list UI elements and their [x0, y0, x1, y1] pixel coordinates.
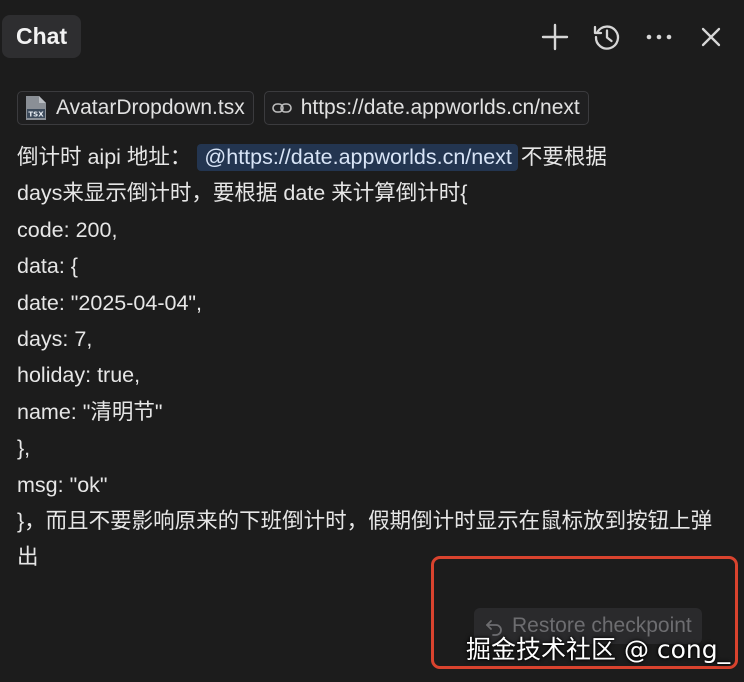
message-line: },: [17, 436, 31, 461]
context-chip-file[interactable]: TSX AvatarDropdown.tsx: [17, 91, 254, 125]
message-line: days: 7,: [17, 327, 93, 352]
message-text: 倒计时 aipi 地址：: [17, 145, 192, 169]
user-message: 倒计时 aipi 地址： @https://date.appworlds.cn/n…: [17, 139, 729, 576]
history-button[interactable]: [588, 18, 626, 56]
context-chip-file-label: AvatarDropdown.tsx: [56, 96, 245, 119]
tsx-file-icon: TSX: [24, 95, 48, 121]
ellipsis-icon: [646, 34, 672, 40]
svg-text:TSX: TSX: [28, 111, 44, 119]
message-line: 倒计时 aipi 地址： @https://date.appworlds.cn/n…: [17, 139, 729, 175]
message-line: holiday: true,: [17, 363, 141, 388]
message-text: 不要根据: [520, 145, 607, 169]
message-line: days来显示倒计时，要根据 date 来计算倒计时{: [17, 181, 468, 206]
more-button[interactable]: [640, 18, 678, 56]
context-chip-link[interactable]: https://date.appworlds.cn/next: [263, 91, 589, 125]
close-icon: [701, 27, 721, 47]
message-line: msg: "ok": [17, 472, 108, 497]
history-icon: [593, 25, 620, 50]
context-chip-link-label: https://date.appworlds.cn/next: [300, 96, 580, 119]
header-actions: [536, 18, 730, 56]
link-icon: [271, 97, 293, 119]
message-line: code: 200,: [17, 217, 118, 242]
close-button[interactable]: [692, 18, 730, 56]
plus-icon: [541, 23, 569, 51]
watermark: 掘金技术社区 @ cong_: [466, 635, 731, 664]
message-line: date: "2025-04-04",: [17, 290, 203, 315]
message-line: data: {: [17, 254, 78, 279]
new-chat-button[interactable]: [536, 18, 574, 56]
context-chips: TSX AvatarDropdown.tsx https://date.appw…: [17, 91, 589, 125]
tab-chat[interactable]: Chat: [2, 15, 82, 58]
message-line: name: "清明节": [17, 399, 163, 424]
mention-link[interactable]: @https://date.appworlds.cn/next: [197, 144, 518, 171]
